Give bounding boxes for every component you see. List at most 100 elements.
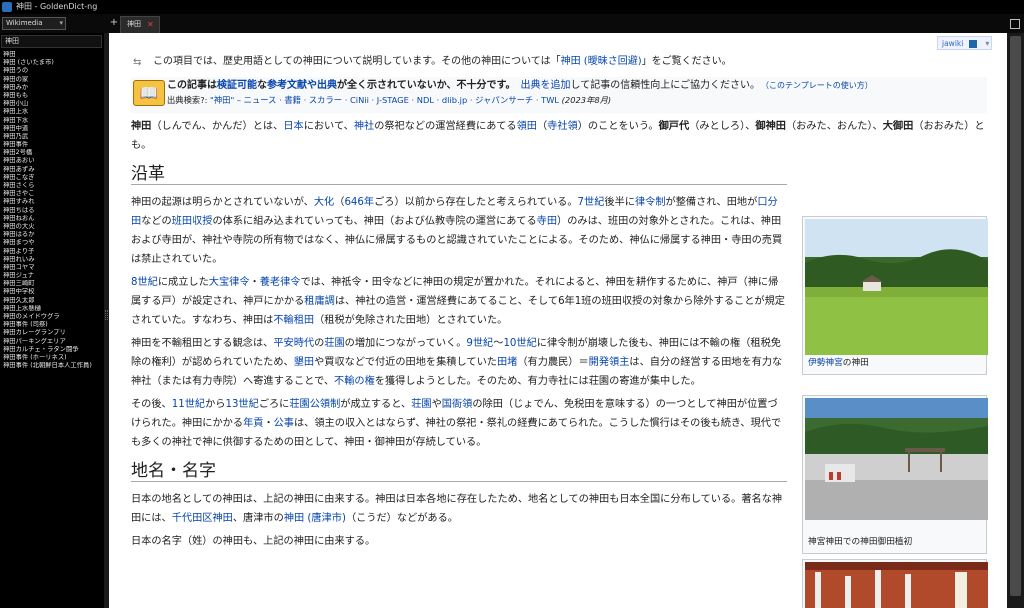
- word-list-item[interactable]: 神田乃武: [3, 133, 103, 141]
- word-list-item[interactable]: 神田上水: [3, 108, 103, 116]
- link-ryoden[interactable]: 領田: [517, 121, 537, 132]
- link[interactable]: 大化: [314, 197, 334, 208]
- text: の祭祀などの運営経費にあてる: [374, 121, 517, 132]
- link[interactable]: 班田収授: [172, 216, 213, 227]
- word-list-item[interactable]: 神田久太郎: [3, 297, 103, 305]
- link[interactable]: 8世紀: [131, 277, 158, 288]
- search-input[interactable]: 神田: [1, 35, 102, 48]
- word-list-item[interactable]: 神田三崎町: [3, 280, 103, 288]
- word-list-item[interactable]: 神田もも: [3, 92, 103, 100]
- word-list-item[interactable]: 神田はるか: [3, 231, 103, 239]
- word-list-item[interactable]: 神田カレーグランプリ: [3, 329, 103, 337]
- link[interactable]: 13世紀: [225, 399, 258, 410]
- link-ise-jingu[interactable]: 伊勢神宮: [808, 358, 843, 368]
- link[interactable]: 墾田: [294, 357, 314, 368]
- references-link[interactable]: 参考文献や出典: [267, 80, 337, 91]
- word-list-item[interactable]: 神田上水懸樋: [3, 305, 103, 313]
- link[interactable]: 田堵: [497, 357, 517, 368]
- word-list-item[interactable]: 神田のメイドウグラ: [3, 313, 103, 321]
- thumbnail-otaue[interactable]: 神宮神田での神田御田植初: [802, 395, 988, 554]
- word-list-item[interactable]: 神田コヤマ: [3, 264, 103, 272]
- word-list-item[interactable]: 神田: [3, 51, 103, 59]
- word-list-item[interactable]: 神田中道: [3, 125, 103, 133]
- thumbnail-third[interactable]: [802, 559, 988, 608]
- word-list-item[interactable]: 神田こなぎ: [3, 174, 103, 182]
- link-shrine[interactable]: 神社: [354, 121, 374, 132]
- word-list-item[interactable]: 神田さくら: [3, 182, 103, 190]
- rice-planting-image[interactable]: [805, 398, 988, 534]
- history-paragraph-4: その後、11世紀から13世紀ごろに荘園公領制が成立すると、荘園や国衙領の除田（じ…: [131, 395, 787, 452]
- word-list-item[interactable]: 神田の家: [3, 76, 103, 84]
- thumbnail-ise[interactable]: 伊勢神宮の神田: [802, 216, 988, 375]
- verifiability-link[interactable]: 検証可能: [217, 80, 257, 91]
- source-search-links[interactable]: "神田" – ニュース · 書籍 · スカラー · CiNii · J-STAG…: [210, 95, 559, 105]
- word-list-item[interactable]: 神田小山: [3, 100, 103, 108]
- link[interactable]: 不輸の権: [334, 376, 375, 387]
- word-list-item[interactable]: 神田さやこ: [3, 190, 103, 198]
- word-list-item[interactable]: 神田下水: [3, 117, 103, 125]
- window-restore-icon[interactable]: [1010, 19, 1020, 29]
- link[interactable]: 10世紀: [503, 338, 536, 349]
- scrollbar-thumb[interactable]: [1010, 36, 1021, 596]
- link[interactable]: 年貢: [243, 418, 263, 429]
- link[interactable]: 国衙領: [442, 399, 473, 410]
- word-list[interactable]: 神田 神田 (さいたま市) 神田うの 神田の家 神田みか 神田もも 神田小山 神田上水 神田下水…: [3, 51, 103, 370]
- word-list-item[interactable]: 神田2号橋: [3, 149, 103, 157]
- word-list-item[interactable]: 神田カルチェ・ラタン闘争: [3, 346, 103, 354]
- word-list-item[interactable]: 神田中学校: [3, 288, 103, 296]
- disambiguation-link[interactable]: 神田 (曖昧さ回避): [561, 56, 642, 67]
- link[interactable]: 開発領主: [589, 357, 630, 368]
- jawiki-badge[interactable]: jawiki ▾: [937, 36, 993, 51]
- link[interactable]: 不輸租田: [273, 315, 314, 326]
- link[interactable]: 公事: [274, 418, 294, 429]
- link[interactable]: 荘園: [411, 399, 431, 410]
- link[interactable]: 7世紀: [578, 197, 605, 208]
- word-list-item[interactable]: 神田事件 (司祭): [3, 321, 103, 329]
- link[interactable]: 大宝律令: [209, 277, 250, 288]
- template-usage-link[interactable]: （このテンプレートの使い方）: [765, 81, 873, 90]
- link[interactable]: 9世紀: [466, 338, 493, 349]
- word-list-item[interactable]: 神田事件 (北朝鮮日本人工作員): [3, 362, 103, 370]
- word-list-item[interactable]: 神田の大火: [3, 223, 103, 231]
- link[interactable]: 荘園公領制: [289, 399, 340, 410]
- link-japan[interactable]: 日本: [283, 121, 303, 132]
- word-list-item[interactable]: 神田パーキングエリア: [3, 338, 103, 346]
- link[interactable]: 養老律令: [260, 277, 301, 288]
- word-list-item[interactable]: 神田ジュナ: [3, 272, 103, 280]
- word-list-item[interactable]: 神田 (さいたま市): [3, 59, 103, 67]
- new-tab-button[interactable]: +: [108, 17, 120, 30]
- link[interactable]: 神田 (唐津市): [284, 513, 346, 524]
- word-list-item[interactable]: 神田まつや: [3, 239, 103, 247]
- dictionary-select[interactable]: Wikimedia ▾: [2, 17, 66, 30]
- close-icon[interactable]: ✕: [147, 17, 154, 32]
- rice-field-image[interactable]: [805, 219, 988, 355]
- word-list-item[interactable]: 神田あおい: [3, 157, 103, 165]
- link[interactable]: 律令制: [635, 197, 666, 208]
- link-jishary[interactable]: 寺社領: [547, 121, 578, 132]
- word-list-item[interactable]: 神田より子: [3, 248, 103, 256]
- word-list-item[interactable]: 神田事件: [3, 141, 103, 149]
- splitter-grip-icon[interactable]: [105, 310, 108, 320]
- chevron-down-icon[interactable]: ▾: [985, 37, 989, 51]
- link[interactable]: 租庸調: [304, 296, 335, 307]
- word-list-item[interactable]: 神田すみれ: [3, 198, 103, 206]
- link[interactable]: 荘園: [324, 338, 344, 349]
- word-list-item[interactable]: 神田あずみ: [3, 166, 103, 174]
- link[interactable]: 646年: [344, 197, 374, 208]
- text: （租税が免除された田地）とされていた。: [314, 315, 508, 326]
- shrine-ritual-image[interactable]: [805, 562, 988, 608]
- word-list-item[interactable]: 神田事件 (ホーリネス): [3, 354, 103, 362]
- book-icon: 📖: [133, 80, 165, 106]
- word-list-item[interactable]: 神田うの: [3, 67, 103, 75]
- link[interactable]: 千代田区神田: [172, 513, 233, 524]
- link[interactable]: 平安時代: [273, 338, 314, 349]
- article-body: ⇆ この項目では、歴史用語としての神田について説明しています。その他の神田につい…: [131, 55, 988, 608]
- link[interactable]: 11世紀: [172, 399, 205, 410]
- link[interactable]: 寺田: [537, 216, 557, 227]
- word-list-item[interactable]: 神田ねおん: [3, 215, 103, 223]
- word-list-item[interactable]: 神田みか: [3, 84, 103, 92]
- add-source-link[interactable]: 出典を追加: [521, 80, 571, 91]
- word-list-item[interactable]: 神田ちはる: [3, 207, 103, 215]
- tab-kanda[interactable]: 神田 ✕: [120, 16, 160, 33]
- word-list-item[interactable]: 神田れいみ: [3, 256, 103, 264]
